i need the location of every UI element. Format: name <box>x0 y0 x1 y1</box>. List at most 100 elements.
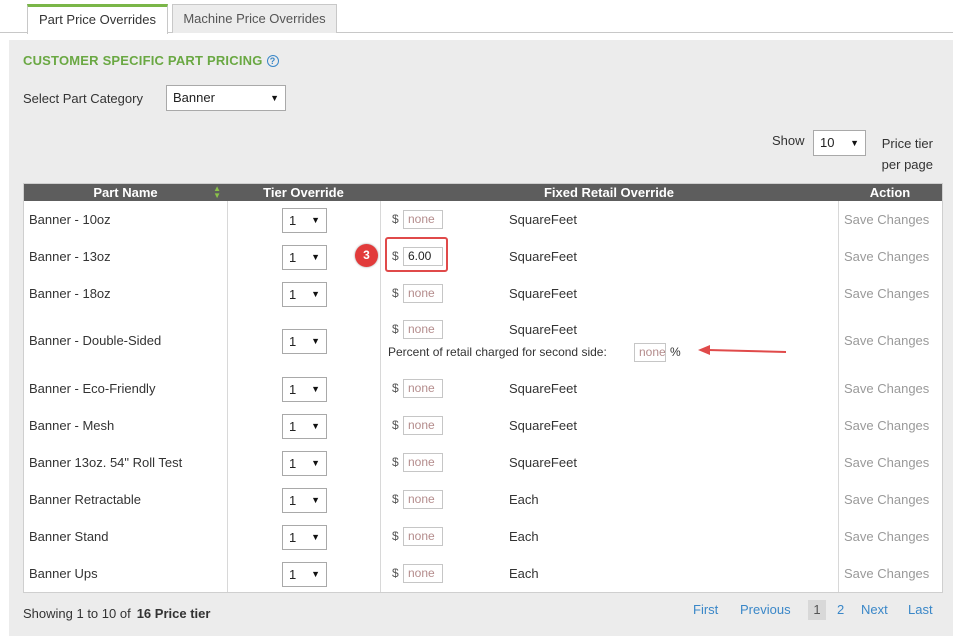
tier-override-select[interactable]: 1 ▼ <box>282 525 327 550</box>
page-size-select[interactable]: 10 ▼ <box>813 130 866 156</box>
column-header-part-name-label: Part Name <box>93 185 158 200</box>
per-page-label-line2: per page <box>881 157 933 172</box>
column-header-tier-override: Tier Override <box>263 185 344 200</box>
unit-label: SquareFeet <box>509 249 577 264</box>
tier-override-select[interactable]: 1 ▼ <box>282 282 327 307</box>
currency-symbol: $ <box>392 566 399 580</box>
chevron-down-icon: ▼ <box>311 495 320 505</box>
currency-symbol: $ <box>392 381 399 395</box>
per-page-label: Price tier per page <box>873 133 933 175</box>
column-header-fixed-retail-override: Fixed Retail Override <box>543 185 675 200</box>
part-name: Banner 13oz. 54" Roll Test <box>29 455 183 470</box>
unit-label: Each <box>509 566 539 581</box>
fixed-retail-input[interactable]: none <box>403 284 443 303</box>
part-name: Banner - Double-Sided <box>29 333 162 348</box>
currency-symbol: $ <box>392 322 399 336</box>
chevron-down-icon: ▼ <box>311 458 320 468</box>
step-badge: 3 <box>355 244 378 267</box>
save-changes-link[interactable]: Save Changes <box>844 566 929 581</box>
chevron-down-icon: ▼ <box>311 215 320 225</box>
save-changes-link[interactable]: Save Changes <box>844 286 929 301</box>
tier-override-value: 1 <box>289 213 297 228</box>
column-divider <box>227 201 228 592</box>
save-changes-link[interactable]: Save Changes <box>844 249 929 264</box>
unit-label: SquareFeet <box>509 381 577 396</box>
tier-override-value: 1 <box>289 567 297 582</box>
tier-override-select[interactable]: 1 ▼ <box>282 329 327 354</box>
tier-override-select[interactable]: 1 ▼ <box>282 245 327 270</box>
pager-first-link[interactable]: First <box>693 602 718 617</box>
tier-override-value: 1 <box>289 419 297 434</box>
tier-override-value: 1 <box>289 456 297 471</box>
fixed-retail-input[interactable]: none <box>403 416 443 435</box>
pager-next-link[interactable]: Next <box>861 602 888 617</box>
fixed-retail-input[interactable]: none <box>403 453 443 472</box>
showing-summary: Showing 1 to 10 of 16 Price tier <box>23 606 210 621</box>
column-divider <box>380 201 381 592</box>
save-changes-link[interactable]: Save Changes <box>844 333 929 348</box>
chevron-down-icon: ▼ <box>311 569 320 579</box>
per-page-label-line1: Price tier <box>881 136 933 151</box>
showing-text: Showing 1 to 10 of <box>23 606 131 621</box>
currency-symbol: $ <box>392 418 399 432</box>
unit-label: SquareFeet <box>509 455 577 470</box>
pager-page-2-link[interactable]: 2 <box>837 602 844 617</box>
pager-previous-link[interactable]: Previous <box>740 602 791 617</box>
part-name: Banner Stand <box>29 529 109 544</box>
chevron-down-icon: ▼ <box>311 336 320 346</box>
chevron-down-icon: ▼ <box>311 421 320 431</box>
chevron-down-icon: ▼ <box>270 93 279 103</box>
tier-override-select[interactable]: 1 ▼ <box>282 488 327 513</box>
unit-label: SquareFeet <box>509 322 577 337</box>
fixed-retail-input[interactable]: none <box>403 490 443 509</box>
help-icon[interactable]: ? <box>266 55 279 67</box>
page-size-value: 10 <box>820 135 835 150</box>
currency-symbol: $ <box>392 492 399 506</box>
currency-symbol: $ <box>392 529 399 543</box>
currency-symbol: $ <box>392 286 399 300</box>
tier-override-value: 1 <box>289 250 297 265</box>
save-changes-link[interactable]: Save Changes <box>844 381 929 396</box>
percent-suffix: % <box>670 345 681 359</box>
column-header-part-name[interactable]: Part Name ▲ ▼ <box>24 184 227 201</box>
column-divider <box>838 201 839 592</box>
part-name: Banner - 13oz <box>29 249 111 264</box>
save-changes-link[interactable]: Save Changes <box>844 212 929 227</box>
part-name: Banner Retractable <box>29 492 142 507</box>
tier-override-select[interactable]: 1 ▼ <box>282 414 327 439</box>
save-changes-link[interactable]: Save Changes <box>844 529 929 544</box>
fixed-retail-input[interactable]: none <box>403 320 443 339</box>
section-title: CUSTOMER SPECIFIC PART PRICING? <box>23 53 279 68</box>
pager-current-page: 1 <box>808 600 826 620</box>
fixed-retail-input[interactable]: none <box>403 210 443 229</box>
chevron-down-icon: ▼ <box>311 252 320 262</box>
save-changes-link[interactable]: Save Changes <box>844 492 929 507</box>
part-name: Banner - 18oz <box>29 286 111 301</box>
sort-icon: ▲ ▼ <box>213 184 221 200</box>
unit-label: SquareFeet <box>509 212 577 227</box>
tier-override-select[interactable]: 1 ▼ <box>282 377 327 402</box>
second-side-label: Percent of retail charged for second sid… <box>388 345 607 359</box>
section-title-text: CUSTOMER SPECIFIC PART PRICING <box>23 53 263 68</box>
tier-override-select[interactable]: 1 ▼ <box>282 208 327 233</box>
part-category-select[interactable]: Banner ▼ <box>166 85 286 111</box>
save-changes-link[interactable]: Save Changes <box>844 455 929 470</box>
part-name: Banner - 10oz <box>29 212 111 227</box>
tier-override-select[interactable]: 1 ▼ <box>282 451 327 476</box>
part-name: Banner Ups <box>29 566 98 581</box>
tab-part-price-overrides[interactable]: Part Price Overrides <box>27 4 168 34</box>
save-changes-link[interactable]: Save Changes <box>844 418 929 433</box>
chevron-down-icon: ▼ <box>311 289 320 299</box>
chevron-down-icon: ▼ <box>311 384 320 394</box>
fixed-retail-input[interactable]: none <box>403 564 443 583</box>
pager-last-link[interactable]: Last <box>908 602 933 617</box>
tier-override-value: 1 <box>289 334 297 349</box>
second-side-percent-input[interactable]: none <box>634 343 666 362</box>
tier-override-value: 1 <box>289 287 297 302</box>
chevron-down-icon: ▼ <box>311 532 320 542</box>
fixed-retail-input[interactable]: none <box>403 527 443 546</box>
tab-machine-price-overrides[interactable]: Machine Price Overrides <box>172 4 337 33</box>
unit-label: SquareFeet <box>509 286 577 301</box>
tier-override-select[interactable]: 1 ▼ <box>282 562 327 587</box>
fixed-retail-input[interactable]: none <box>403 379 443 398</box>
